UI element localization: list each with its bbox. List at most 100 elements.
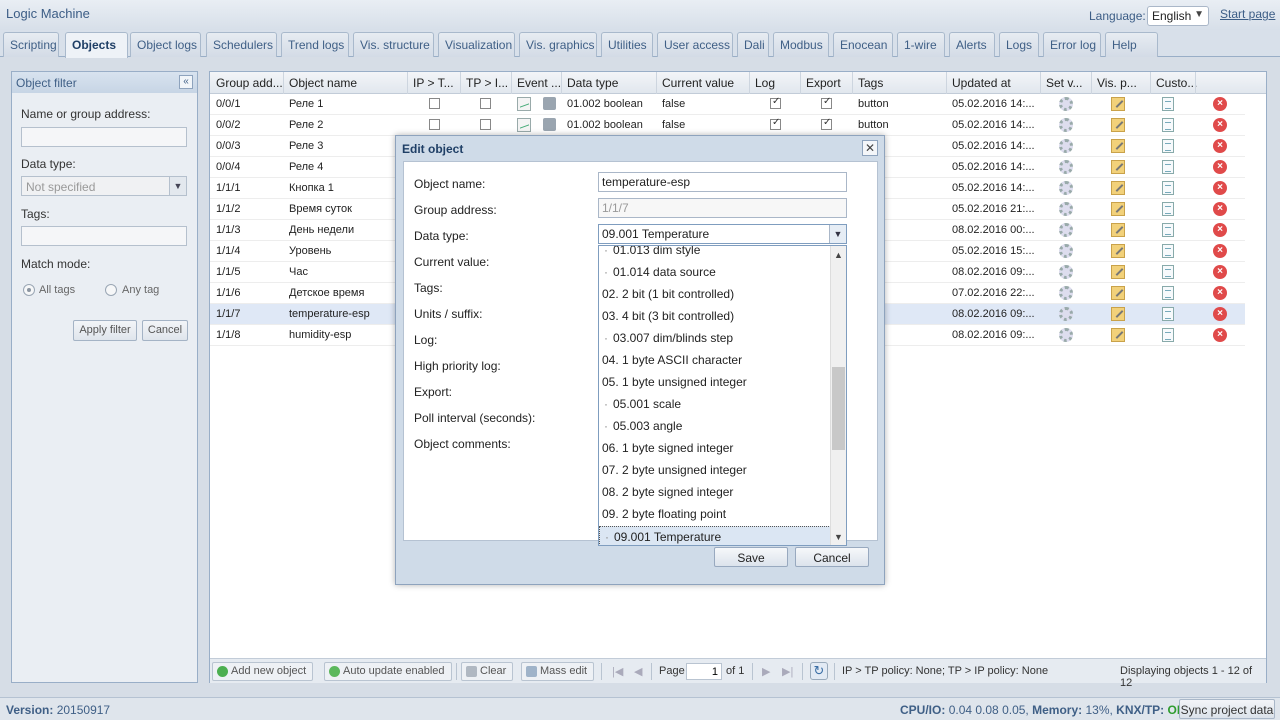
dropdown-option[interactable]: 06. 1 byte signed integer [599, 438, 831, 460]
custom-values-doc-icon[interactable] [1162, 118, 1174, 132]
dropdown-option[interactable]: 07. 2 byte unsigned integer [599, 460, 831, 482]
custom-values-doc-icon[interactable] [1162, 286, 1174, 300]
dropdown-option[interactable]: · 01.013 dim style [599, 246, 831, 262]
scrollbar-thumb[interactable] [832, 367, 845, 450]
event-chart-icon[interactable] [517, 97, 531, 111]
language-select[interactable]: English ▼ [1147, 6, 1209, 26]
column-header[interactable]: Custo... [1156, 76, 1197, 90]
table-row[interactable]: 0/0/2 Реле 2 01.002 boolean false button 05.0… [210, 115, 1245, 136]
tags-filter-input[interactable] [21, 226, 187, 246]
column-header[interactable]: IP > T... [413, 76, 454, 90]
delete-icon[interactable]: × [1213, 202, 1227, 216]
custom-values-doc-icon[interactable] [1162, 244, 1174, 258]
tp-ip-checkbox[interactable] [480, 119, 491, 130]
vis-params-pencil-icon[interactable] [1111, 223, 1125, 237]
scroll-up-icon[interactable]: ▲ [831, 248, 846, 262]
custom-values-doc-icon[interactable] [1162, 139, 1174, 153]
data-type-select[interactable]: 09.001 Temperature ▼ [598, 224, 847, 244]
vis-params-pencil-icon[interactable] [1111, 244, 1125, 258]
clear-button[interactable]: Clear [461, 662, 514, 681]
vis-params-pencil-icon[interactable] [1111, 181, 1125, 195]
any-tag-radio[interactable] [105, 284, 117, 296]
custom-values-doc-icon[interactable] [1162, 265, 1174, 279]
start-page-link[interactable]: Start page [1220, 7, 1275, 21]
delete-icon[interactable]: × [1213, 118, 1227, 132]
dropdown-option[interactable]: 02. 2 bit (1 bit controlled) [599, 284, 831, 306]
dropdown-option[interactable]: · 05.003 angle [599, 416, 831, 438]
dropdown-option[interactable]: · 05.001 scale [599, 394, 831, 416]
tp-ip-checkbox[interactable] [480, 98, 491, 109]
vis-params-pencil-icon[interactable] [1111, 328, 1125, 342]
prev-page-icon[interactable]: ◀ [634, 665, 642, 678]
set-value-gear-icon[interactable] [1059, 202, 1073, 216]
set-value-gear-icon[interactable] [1059, 223, 1073, 237]
log-checkbox[interactable] [770, 96, 781, 109]
dropdown-option[interactable]: 04. 1 byte ASCII character [599, 350, 831, 372]
collapse-icon[interactable]: « [179, 75, 193, 89]
tab-error-log[interactable]: Error log [1043, 32, 1101, 57]
vis-params-pencil-icon[interactable] [1111, 202, 1125, 216]
vis-params-pencil-icon[interactable] [1111, 160, 1125, 174]
delete-icon[interactable]: × [1213, 97, 1227, 111]
column-header[interactable]: Data type [567, 76, 618, 90]
name-filter-input[interactable] [21, 127, 187, 147]
set-value-gear-icon[interactable] [1059, 286, 1073, 300]
delete-icon[interactable]: × [1213, 160, 1227, 174]
delete-icon[interactable]: × [1213, 139, 1227, 153]
custom-values-doc-icon[interactable] [1162, 328, 1174, 342]
close-icon[interactable]: ✕ [862, 140, 878, 156]
set-value-gear-icon[interactable] [1059, 307, 1073, 321]
column-header[interactable]: Event ... [517, 76, 561, 90]
scroll-down-icon[interactable]: ▼ [831, 530, 846, 544]
refresh-icon[interactable]: ↻ [810, 662, 828, 680]
group-address-input[interactable]: 1/1/7 [598, 198, 847, 218]
set-value-gear-icon[interactable] [1059, 160, 1073, 174]
tab-utilities[interactable]: Utilities [601, 32, 653, 57]
tab-logs[interactable]: Logs [999, 32, 1039, 57]
delete-icon[interactable]: × [1213, 328, 1227, 342]
custom-values-doc-icon[interactable] [1162, 307, 1174, 321]
event-chart-icon[interactable] [517, 118, 531, 132]
column-header[interactable]: Set v... [1046, 76, 1082, 90]
tab-alerts[interactable]: Alerts [949, 32, 995, 57]
dropdown-option[interactable]: 08. 2 byte signed integer [599, 482, 831, 504]
first-page-icon[interactable]: |◀ [612, 665, 623, 678]
ip-tp-checkbox[interactable] [429, 98, 440, 109]
tab-1-wire[interactable]: 1-wire [897, 32, 945, 57]
set-value-gear-icon[interactable] [1059, 139, 1073, 153]
dropdown-option[interactable]: 03. 4 bit (3 bit controlled) [599, 306, 831, 328]
event-script-icon[interactable] [543, 118, 556, 131]
delete-icon[interactable]: × [1213, 307, 1227, 321]
set-value-gear-icon[interactable] [1059, 328, 1073, 342]
ip-tp-checkbox[interactable] [429, 119, 440, 130]
tab-trend-logs[interactable]: Trend logs [281, 32, 349, 57]
tab-vis-graphics[interactable]: Vis. graphics [519, 32, 597, 57]
tab-help[interactable]: Help [1105, 32, 1158, 57]
set-value-gear-icon[interactable] [1059, 244, 1073, 258]
next-page-icon[interactable]: ▶ [762, 665, 770, 678]
custom-values-doc-icon[interactable] [1162, 223, 1174, 237]
all-tags-radio[interactable] [23, 284, 35, 296]
set-value-gear-icon[interactable] [1059, 181, 1073, 195]
auto-update-button[interactable]: Auto update enabled [324, 662, 452, 681]
tab-enocean[interactable]: Enocean [833, 32, 893, 57]
sync-project-data-button[interactable]: Sync project data [1179, 699, 1275, 719]
delete-icon[interactable]: × [1213, 223, 1227, 237]
column-header[interactable]: Updated at [952, 76, 1011, 90]
vis-params-pencil-icon[interactable] [1111, 307, 1125, 321]
apply-filter-button[interactable]: Apply filter [73, 320, 137, 341]
custom-values-doc-icon[interactable] [1162, 202, 1174, 216]
tab-user-access[interactable]: User access [657, 32, 733, 57]
custom-values-doc-icon[interactable] [1162, 160, 1174, 174]
log-checkbox[interactable] [770, 117, 781, 130]
vis-params-pencil-icon[interactable] [1111, 97, 1125, 111]
custom-values-doc-icon[interactable] [1162, 181, 1174, 195]
tab-visualization[interactable]: Visualization [438, 32, 515, 57]
tab-scripting[interactable]: Scripting [3, 32, 59, 57]
column-header[interactable]: Group add... [216, 76, 283, 90]
delete-icon[interactable]: × [1213, 181, 1227, 195]
last-page-icon[interactable]: ▶| [782, 665, 793, 678]
cancel-button[interactable]: Cancel [795, 547, 869, 567]
export-checkbox[interactable] [821, 117, 832, 130]
custom-values-doc-icon[interactable] [1162, 97, 1174, 111]
